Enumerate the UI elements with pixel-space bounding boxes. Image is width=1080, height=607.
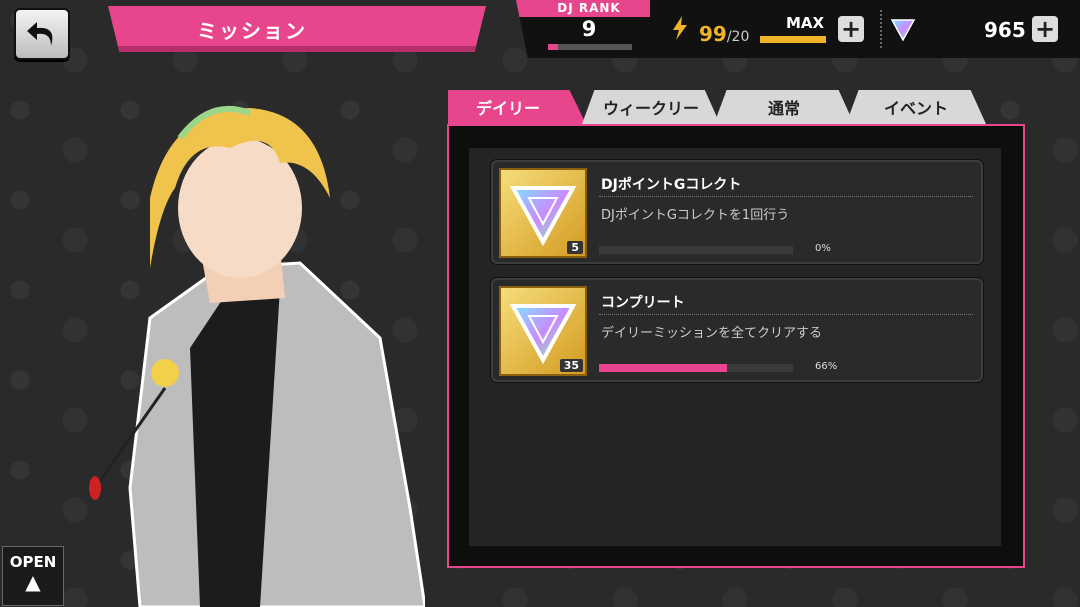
add-stamina-button[interactable]: +	[838, 16, 864, 42]
mission-description: デイリーミッションを全てクリアする	[601, 326, 823, 341]
dj-rank-label: DJ RANK	[516, 0, 662, 17]
page-title: ミッション	[197, 18, 307, 43]
divider	[880, 10, 882, 48]
character-illustration	[89, 105, 425, 607]
reward-count: 5	[567, 241, 583, 254]
mission-percent: 0%	[815, 243, 831, 254]
gem-count: 965	[984, 18, 1026, 42]
mission-title: DJポイントGコレクト	[601, 177, 742, 193]
rank-progress-fill	[548, 44, 559, 50]
back-button[interactable]	[14, 8, 70, 60]
mission-progress-bar	[599, 246, 793, 254]
lightning-icon	[673, 16, 687, 40]
mission-percent: 66%	[815, 361, 838, 372]
tab-event[interactable]: イベント	[846, 90, 986, 124]
back-arrow-icon	[27, 22, 53, 46]
dj-rank-value: 9	[581, 17, 597, 41]
mission-progress-bar	[599, 364, 793, 372]
title-banner: ミッション	[108, 6, 486, 52]
dj-rank-panel: DJ RANK 9	[516, 0, 662, 58]
reward-tile: 5	[499, 168, 587, 258]
divider	[599, 314, 973, 315]
status-bar: 99/20 MAX + 965 +	[650, 0, 1080, 58]
open-button[interactable]: OPEN ▲	[2, 546, 64, 606]
stamina-current: 99	[699, 22, 727, 46]
add-gem-button[interactable]: +	[1032, 16, 1058, 42]
mission-panel: 5 DJポイントGコレクト DJポイントGコレクトを1回行う 0% 35 コンプ…	[447, 124, 1025, 568]
tab-daily[interactable]: デイリー	[448, 90, 586, 124]
mission-progress-fill	[599, 364, 728, 372]
up-arrow-icon: ▲	[25, 570, 41, 594]
tab-normal[interactable]: 通常	[714, 90, 854, 124]
reward-tile: 35	[499, 286, 587, 376]
stamina-display: 99/20	[699, 22, 749, 46]
reward-count: 35	[559, 359, 583, 372]
stamina-max: /20	[726, 29, 750, 45]
mission-item[interactable]: 5 DJポイントGコレクト DJポイントGコレクトを1回行う 0%	[491, 160, 983, 264]
mission-title: コンプリート	[601, 295, 685, 311]
tab-weekly[interactable]: ウィークリー	[582, 90, 720, 124]
divider	[599, 196, 973, 197]
stamina-max-label: MAX	[786, 14, 825, 32]
open-label: OPEN	[9, 553, 57, 571]
mission-item[interactable]: 35 コンプリート デイリーミッションを全てクリアする 66%	[491, 278, 983, 382]
mission-description: DJポイントGコレクトを1回行う	[601, 208, 790, 223]
gem-icon	[890, 19, 916, 42]
stamina-bar	[760, 36, 826, 43]
mission-list: 5 DJポイントGコレクト DJポイントGコレクトを1回行う 0% 35 コンプ…	[469, 148, 1001, 546]
rank-progress-bar	[548, 44, 632, 50]
